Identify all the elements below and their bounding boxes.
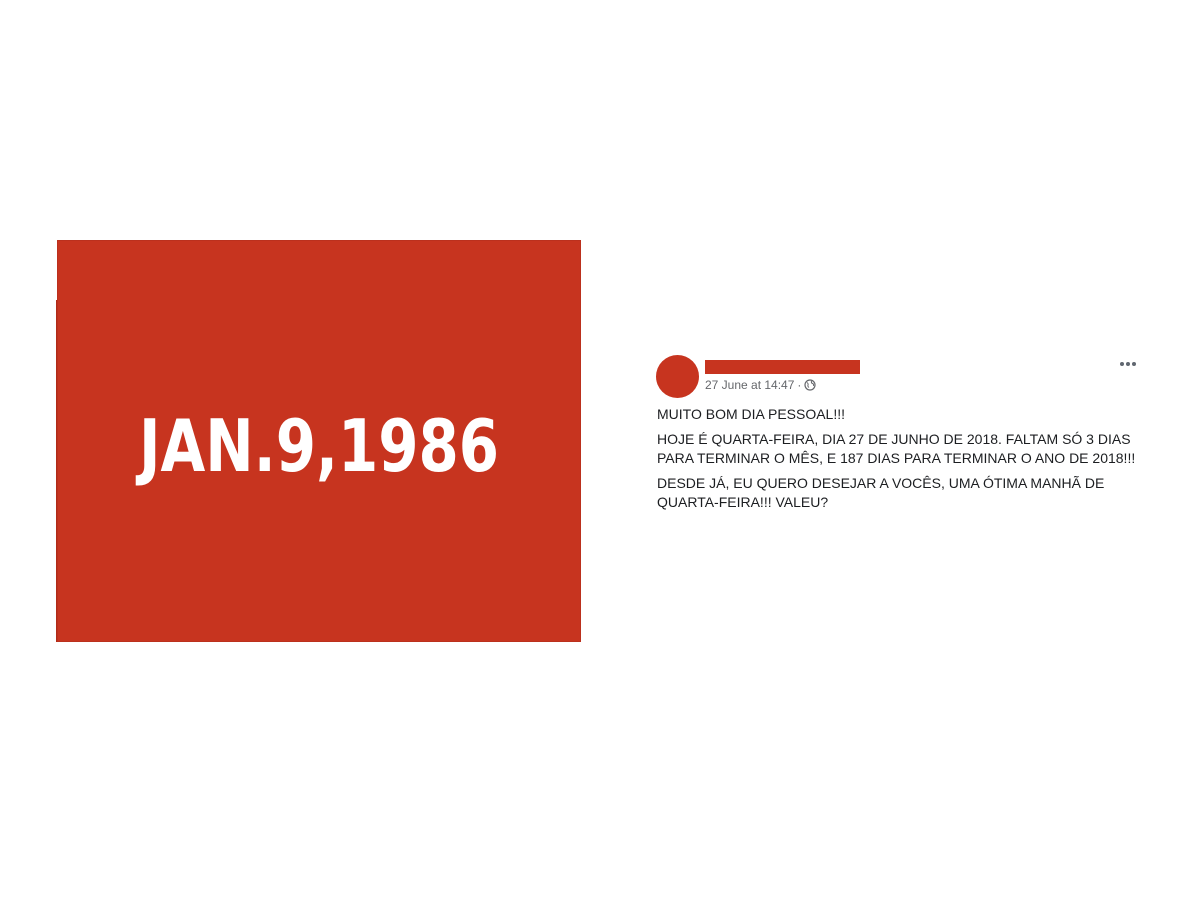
more-options-icon[interactable] (1114, 355, 1142, 373)
post-meta: 27 June at 14:47 · (705, 378, 817, 392)
post-paragraph: MUITO BOM DIA PESSOAL!!! (657, 406, 846, 422)
avatar[interactable] (656, 355, 699, 398)
meta-separator: · (797, 378, 802, 392)
author-name-redacted[interactable] (705, 360, 860, 374)
post-paragraph: DESDE JÁ, EU QUERO DESEJAR A VOCÊS, UMA … (657, 475, 1105, 510)
globe-icon[interactable] (804, 379, 817, 391)
date-painting-svg: JAN.9,1986 (135, 404, 499, 488)
date-painting: JAN.9,1986 (57, 395, 581, 495)
page: JAN.9,1986 27 June at 14:47 · MUITO BOM … (0, 0, 1200, 900)
post-paragraph: HOJE É QUARTA-FEIRA, DIA 27 DE JUNHO DE … (657, 431, 1136, 466)
date-painting-text: JAN.9,1986 (135, 404, 499, 488)
post-body: MUITO BOM DIA PESSOAL!!! HOJE É QUARTA-F… (657, 405, 1143, 518)
timestamp[interactable]: 27 June at 14:47 (705, 378, 794, 392)
